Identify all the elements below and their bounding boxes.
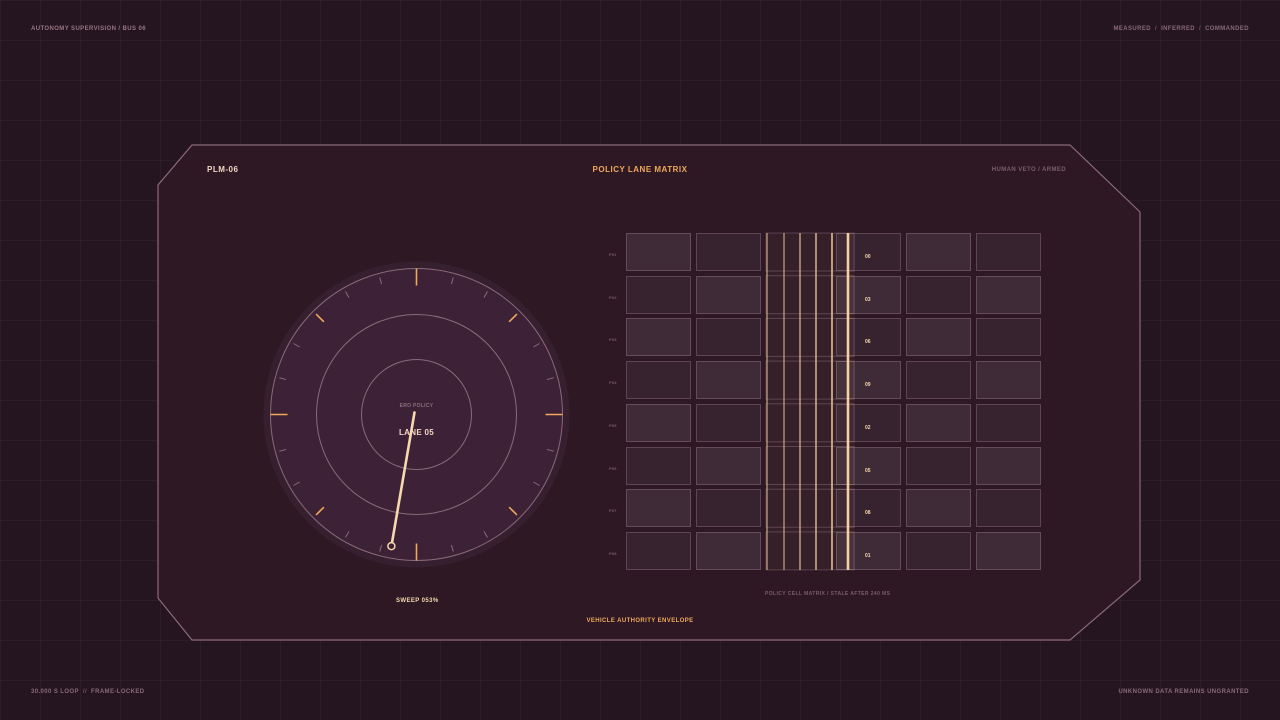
matrix-cell-value: 09 <box>865 382 871 389</box>
policy-cell[interactable] <box>836 446 901 485</box>
policy-cell[interactable] <box>836 318 901 357</box>
policy-cell-matrix <box>626 233 1042 570</box>
matrix-row-label: P05 <box>609 422 617 428</box>
policy-cell[interactable] <box>836 489 901 528</box>
policy-cell[interactable] <box>626 403 691 442</box>
matrix-row-label: P02 <box>609 294 617 300</box>
matrix-cell-value: 08 <box>865 510 871 517</box>
policy-cell[interactable] <box>696 275 761 314</box>
policy-cell[interactable] <box>976 403 1041 442</box>
policy-cell[interactable] <box>626 318 691 357</box>
policy-cell[interactable] <box>906 403 971 442</box>
policy-cell[interactable] <box>836 531 901 570</box>
policy-cell[interactable] <box>836 275 901 314</box>
policy-cell[interactable] <box>696 318 761 357</box>
policy-cell[interactable] <box>906 275 971 314</box>
matrix-caption: POLICY CELL MATRIX / STALE AFTER 240 MS <box>765 591 891 597</box>
matrix-row-label: P04 <box>609 380 617 386</box>
policy-cell[interactable] <box>696 233 761 271</box>
matrix-cell-value: 06 <box>865 339 871 346</box>
policy-cell[interactable] <box>906 489 971 528</box>
policy-cell[interactable] <box>836 361 901 400</box>
policy-cell[interactable] <box>626 233 691 271</box>
policy-cell[interactable] <box>906 233 971 271</box>
matrix-row-label: P08 <box>609 550 617 556</box>
panel-footer-title: VEHICLE AUTHORITY ENVELOPE <box>586 618 694 624</box>
policy-cell[interactable] <box>906 361 971 400</box>
policy-cell[interactable] <box>836 403 901 442</box>
policy-cell[interactable] <box>626 489 691 528</box>
sweep-needle-tip[interactable] <box>387 541 396 551</box>
policy-cell[interactable] <box>976 361 1041 400</box>
panel-title: POLICY LANE MATRIX <box>592 165 688 174</box>
human-veto-status[interactable]: HUMAN VETO / ARMED <box>992 167 1066 173</box>
policy-cell[interactable] <box>976 531 1041 570</box>
matrix-cell-value: 01 <box>865 552 871 559</box>
policy-cell[interactable] <box>626 531 691 570</box>
policy-cell[interactable] <box>696 361 761 400</box>
policy-cell[interactable] <box>696 531 761 570</box>
policy-cell[interactable] <box>626 361 691 400</box>
policy-cell[interactable] <box>906 318 971 357</box>
matrix-cell-value: 00 <box>865 254 871 260</box>
matrix-cell-value: 03 <box>865 296 871 303</box>
policy-cell[interactable] <box>696 446 761 485</box>
policy-cell[interactable] <box>696 403 761 442</box>
policy-cell[interactable] <box>976 275 1041 314</box>
matrix-cell-value: 05 <box>865 467 871 474</box>
policy-cell[interactable] <box>976 233 1041 271</box>
policy-cell[interactable] <box>906 531 971 570</box>
matrix-row-label: P03 <box>609 337 617 343</box>
matrix-row-label: P07 <box>609 508 617 514</box>
policy-cell[interactable] <box>906 446 971 485</box>
policy-cell[interactable] <box>976 446 1041 485</box>
matrix-cell-value: 02 <box>865 424 871 431</box>
dial-face <box>270 268 563 561</box>
matrix-row-label: P01 <box>609 252 617 257</box>
matrix-row-label: P06 <box>609 465 617 471</box>
policy-cell[interactable] <box>836 233 901 271</box>
policy-cell[interactable] <box>976 318 1041 357</box>
policy-cell[interactable] <box>626 446 691 485</box>
policy-cell[interactable] <box>626 275 691 314</box>
sweep-readout: SWEEP 053% <box>396 598 439 604</box>
policy-cell[interactable] <box>696 489 761 528</box>
policy-cell[interactable] <box>976 489 1041 528</box>
sweep-dial <box>263 261 570 568</box>
